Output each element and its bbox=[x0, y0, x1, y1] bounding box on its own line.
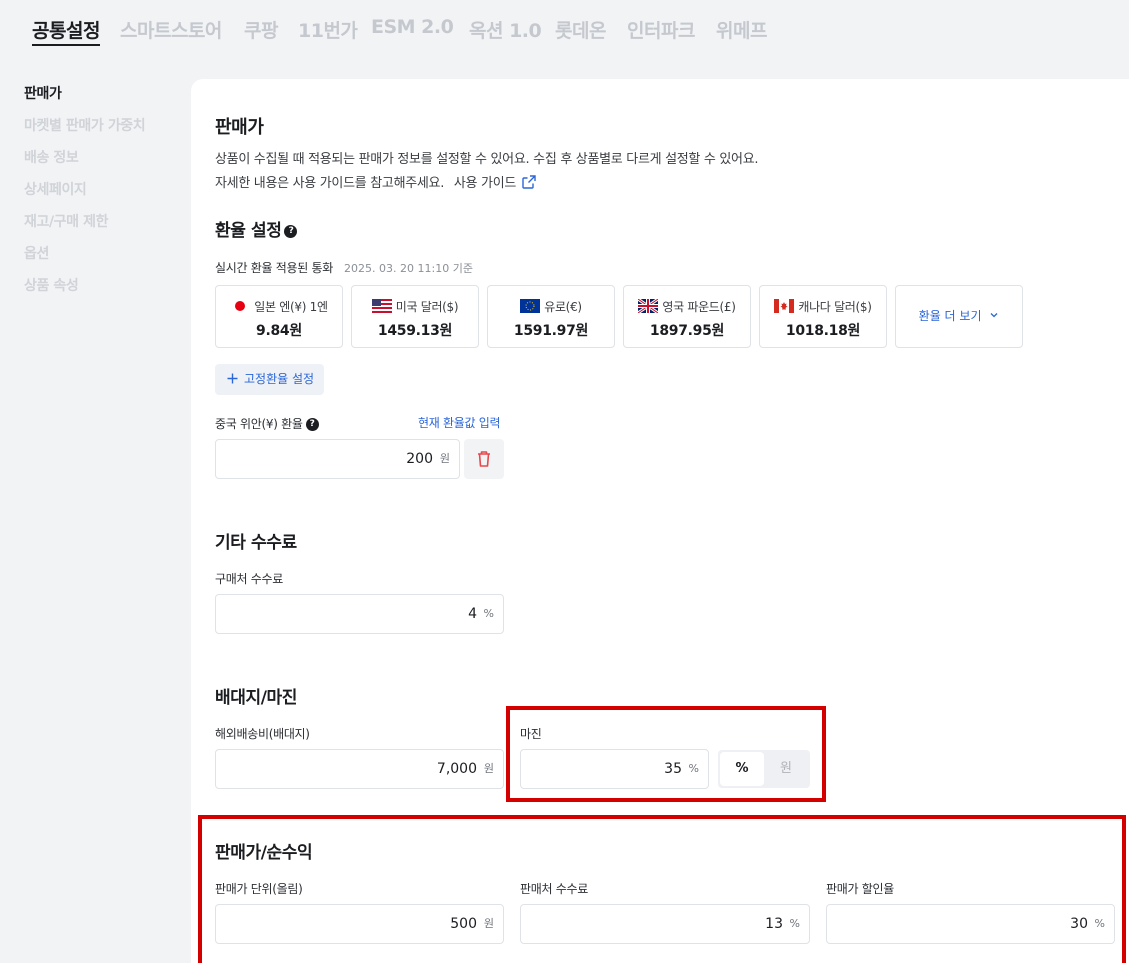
fixed-rate-button[interactable]: 고정환율 설정 bbox=[215, 364, 324, 395]
section-title-price: 판매가 bbox=[215, 117, 264, 138]
eu-flag-icon bbox=[520, 299, 541, 313]
realtime-row: 실시간 환율 적용된 통화 2025. 03. 20 11:10 기준 bbox=[215, 257, 473, 276]
sidebar-item-shipping[interactable]: 배송 정보 bbox=[24, 148, 184, 180]
currency-name: 영국 파운드(£) bbox=[624, 297, 750, 315]
currency-card-jpy: 일본 엔(¥) 1엔 9.84원 bbox=[215, 285, 343, 348]
currency-value: 1459.13원 bbox=[377, 323, 453, 339]
tab-wemakeprice[interactable]: 위메프 bbox=[716, 16, 767, 43]
tab-common[interactable]: 공통설정 bbox=[32, 16, 100, 43]
purchase-fee-input[interactable]: 4 % bbox=[215, 594, 504, 634]
currency-name-text: 캐나다 달러($) bbox=[798, 300, 872, 314]
guide-link[interactable]: 사용 가이드 bbox=[453, 175, 536, 191]
help-icon[interactable]: ? bbox=[284, 224, 298, 238]
currency-name: 일본 엔(¥) 1엔 bbox=[216, 298, 342, 315]
currency-card-usd: 미국 달러($) 1459.13원 bbox=[351, 285, 479, 348]
cny-rate-value: 200 bbox=[406, 451, 433, 467]
section-title-margin: 배대지/마진 bbox=[215, 688, 298, 708]
cny-rate-input[interactable]: 200 원 bbox=[215, 439, 460, 479]
current-rate-link[interactable]: 현재 환율값 입력 bbox=[418, 414, 501, 431]
sidebar-item-options[interactable]: 옵션 bbox=[24, 244, 184, 276]
currency-value: 9.84원 bbox=[256, 323, 302, 339]
currency-value: 1018.18원 bbox=[785, 323, 861, 339]
currency-name-text: 영국 파운드(£) bbox=[662, 300, 736, 314]
rate-timestamp: 2025. 03. 20 11:10 기준 bbox=[344, 262, 473, 275]
delete-button[interactable] bbox=[464, 439, 504, 479]
sidebar-item-attributes[interactable]: 상품 속성 bbox=[24, 276, 184, 308]
more-rates-button[interactable]: 환율 더 보기 bbox=[895, 285, 1023, 348]
sidebar-item-stock-limit[interactable]: 재고/구매 제한 bbox=[24, 212, 184, 244]
currency-value: 1591.97원 bbox=[513, 323, 589, 339]
currency-name: 캐나다 달러($) bbox=[760, 298, 886, 315]
guide-description: 자세한 내용은 사용 가이드를 참고해주세요. bbox=[215, 176, 445, 191]
market-tabs: 공통설정 스마트스토어 쿠팡 11번가 ESM 2.0 옥션 1.0 롯데온 인… bbox=[0, 0, 1129, 60]
currency-card-cad: 캐나다 달러($) 1018.18원 bbox=[759, 285, 887, 348]
exchange-title: 환율 설정 bbox=[215, 221, 282, 241]
tab-coupang[interactable]: 쿠팡 bbox=[244, 16, 278, 43]
help-icon[interactable]: ? bbox=[305, 418, 319, 431]
cny-label: 중국 위안(¥) 환율 bbox=[215, 417, 303, 431]
uk-flag-icon bbox=[637, 297, 660, 315]
usa-flag-icon bbox=[371, 299, 392, 313]
shipping-fee-value: 7,000 bbox=[436, 761, 477, 777]
purchase-fee-value: 4 bbox=[468, 606, 477, 622]
shipping-fee-unit: 원 bbox=[483, 762, 494, 775]
currency-name-text: 일본 엔(¥) 1엔 bbox=[254, 300, 328, 314]
trash-icon bbox=[478, 451, 490, 467]
tab-smartstore[interactable]: 스마트스토어 bbox=[120, 16, 222, 43]
canada-flag-icon bbox=[774, 299, 795, 313]
fixed-rate-label: 고정환율 설정 bbox=[244, 372, 315, 386]
tab-lotteon[interactable]: 롯데온 bbox=[555, 16, 606, 43]
currency-value: 1897.95원 bbox=[649, 323, 725, 339]
currency-name-text: 미국 달러($) bbox=[395, 300, 459, 314]
active-tab-underline bbox=[32, 44, 100, 46]
currency-name: 유로(€) bbox=[488, 298, 614, 315]
japan-flag-icon bbox=[230, 299, 250, 313]
realtime-label: 실시간 환율 적용된 통화 bbox=[215, 261, 333, 275]
cny-rate-unit: 원 bbox=[439, 452, 450, 465]
price-description: 상품이 수집될 때 적용되는 판매가 정보를 설정할 수 있어요. 수집 후 상… bbox=[215, 152, 759, 167]
currency-name-text: 유로(€) bbox=[544, 300, 582, 314]
guide-line: 자세한 내용은 사용 가이드를 참고해주세요. 사용 가이드 bbox=[215, 172, 536, 191]
tab-auction[interactable]: 옥션 1.0 bbox=[469, 16, 542, 43]
shipping-fee-label: 해외배송비(배대지) bbox=[215, 727, 310, 741]
plus-icon bbox=[227, 373, 238, 384]
more-rates-label: 환율 더 보기 bbox=[918, 309, 982, 323]
chevron-down-icon bbox=[990, 313, 998, 318]
section-title-fees: 기타 수수료 bbox=[215, 533, 297, 553]
guide-link-label: 사용 가이드 bbox=[453, 176, 517, 191]
external-link-icon bbox=[522, 175, 536, 189]
sidebar-item-market-weight[interactable]: 마켓별 판매가 가중치 bbox=[24, 116, 184, 148]
currency-name: 미국 달러($) bbox=[352, 298, 478, 315]
tab-11st[interactable]: 11번가 bbox=[298, 16, 358, 43]
purchase-fee-label: 구매처 수수료 bbox=[215, 572, 283, 586]
highlight-margin-box bbox=[506, 706, 826, 802]
sidebar-item-price[interactable]: 판매가 bbox=[24, 84, 184, 116]
currency-card-eur: 유로(€) 1591.97원 bbox=[487, 285, 615, 348]
purchase-fee-unit: % bbox=[483, 607, 494, 620]
shipping-fee-input[interactable]: 7,000 원 bbox=[215, 749, 504, 789]
tab-interpark[interactable]: 인터파크 bbox=[627, 16, 695, 43]
cny-label-row: 중국 위안(¥) 환율? bbox=[215, 415, 319, 432]
tab-esm[interactable]: ESM 2.0 bbox=[371, 16, 454, 38]
highlight-net-box bbox=[198, 815, 1126, 963]
sidebar: 판매가 마켓별 판매가 가중치 배송 정보 상세페이지 재고/구매 제한 옵션 … bbox=[24, 84, 184, 308]
currency-card-gbp: 영국 파운드(£) 1897.95원 bbox=[623, 285, 751, 348]
section-title-exchange: 환율 설정? bbox=[215, 216, 298, 241]
sidebar-item-detail-page[interactable]: 상세페이지 bbox=[24, 180, 184, 212]
